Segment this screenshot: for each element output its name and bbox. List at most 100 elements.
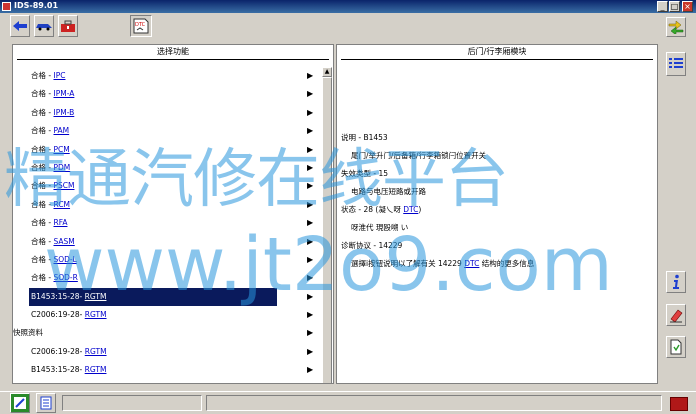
function-row-label: 合格 - IPM-A [31, 85, 74, 103]
function-row[interactable]: 合格 - RFA ▶ [13, 214, 317, 232]
function-row-status: 合格 - [31, 218, 54, 228]
function-row[interactable]: C2006:19-28- RGTM ▶ [13, 306, 317, 324]
swap-panels-button[interactable] [666, 17, 686, 37]
function-list-scrollbar[interactable]: ▲ ▼ [322, 67, 332, 383]
module-link[interactable]: PSCM [53, 181, 74, 190]
vehicle-button[interactable] [34, 15, 54, 37]
module-link[interactable]: PCM [53, 145, 69, 154]
expand-arrow-icon[interactable]: ▶ [307, 141, 313, 159]
expand-arrow-icon[interactable]: ▶ [307, 104, 313, 122]
function-row-label: 合格 - IPC [31, 67, 65, 85]
list-icon [669, 58, 683, 68]
home-button[interactable] [10, 393, 30, 413]
module-info-header: 后门/行李厢模块 [341, 45, 653, 60]
module-link[interactable]: RGTM [85, 347, 107, 356]
function-row-label: B1453:15-28- RGTM [31, 361, 106, 379]
module-link[interactable]: RGTM [85, 365, 107, 374]
expand-arrow-icon[interactable]: ▶ [307, 67, 313, 85]
list-view-button[interactable] [666, 52, 686, 76]
toolbox-button[interactable] [58, 15, 78, 37]
module-link[interactable]: IPC [53, 71, 65, 80]
module-link[interactable]: SOD-L [53, 255, 76, 264]
expand-arrow-icon[interactable]: ▶ [307, 233, 313, 251]
function-row-label: 合格 - SOD-R [31, 269, 78, 287]
close-button[interactable]: × [682, 1, 693, 12]
title-bar: IDS-89.01 _ □ × [0, 0, 696, 13]
function-row-label: 合格 - SOD-L [31, 251, 77, 269]
expand-arrow-icon[interactable]: ▶ [307, 361, 313, 379]
report-button[interactable] [666, 336, 686, 358]
function-row[interactable]: C2006:19-28- RGTM ▶ [13, 343, 317, 361]
expand-arrow-icon[interactable]: ▶ [307, 269, 313, 287]
function-row[interactable]: 合格 - PAM ▶ [13, 122, 317, 140]
maximize-button[interactable]: □ [669, 1, 680, 12]
notes-button[interactable] [36, 393, 56, 413]
scroll-thumb[interactable] [322, 77, 332, 383]
app-icon [2, 2, 11, 11]
dtc-link[interactable]: DTC [403, 205, 418, 214]
function-row-status: B1453:15-28- [31, 365, 85, 375]
module-link[interactable]: RCM [53, 200, 70, 209]
expand-arrow-icon[interactable]: ▶ [307, 85, 313, 103]
function-row[interactable]: 合格 - SASM ▶ [13, 233, 317, 251]
function-row[interactable]: 合格 - IPM-A ▶ [13, 85, 317, 103]
function-row[interactable]: 合格 - PDM ▶ [13, 159, 317, 177]
info-button[interactable] [666, 271, 686, 293]
dtc-link[interactable]: DTC [464, 259, 479, 268]
function-row[interactable]: 合格 - IPM-B ▶ [13, 104, 317, 122]
toolbox-icon [61, 20, 75, 32]
module-link[interactable]: RFA [53, 218, 67, 227]
info-icon [673, 274, 679, 289]
function-row-status: 合格 - [31, 181, 54, 191]
module-link[interactable]: SOD-R [53, 273, 77, 282]
function-row[interactable]: 合格 - SOD-L ▶ [13, 251, 317, 269]
expand-arrow-icon[interactable]: ▶ [307, 177, 313, 195]
module-link[interactable]: PDM [53, 163, 70, 172]
connection-indicator-icon [670, 397, 688, 411]
module-link[interactable]: RGTM [85, 292, 107, 301]
info-line: 状态 - 28 (凝乀呀 DTC) [341, 201, 534, 219]
expand-arrow-icon[interactable]: ▶ [307, 288, 313, 306]
function-row[interactable]: 合格 - PCM ▶ [13, 141, 317, 159]
info-line-text: 尾门/举升门/后备箱/行李箱锁闩位置开关 [351, 151, 487, 160]
window-title: IDS-89.01 [14, 1, 59, 10]
back-button[interactable] [10, 15, 30, 37]
function-row-status: 合格 - [31, 273, 54, 283]
clear-codes-button[interactable] [666, 304, 686, 326]
module-link[interactable]: RGTM [85, 310, 107, 319]
function-row-status: 合格 - [31, 126, 54, 136]
function-row[interactable]: 合格 - RCM ▶ [13, 196, 317, 214]
expand-arrow-icon[interactable]: ▶ [307, 324, 313, 342]
expand-arrow-icon[interactable]: ▶ [307, 214, 313, 232]
function-row[interactable]: 合格 - PSCM ▶ [13, 177, 317, 195]
expand-arrow-icon[interactable]: ▶ [307, 196, 313, 214]
function-row[interactable]: B1453:15-28- RGTM ▶ [13, 287, 317, 307]
status-field-2 [206, 395, 662, 411]
expand-arrow-icon[interactable]: ▶ [307, 159, 313, 177]
expand-arrow-icon[interactable]: ▶ [307, 343, 313, 361]
function-row-status: 合格 - [31, 144, 54, 154]
dtc-tab-button[interactable]: DTC [130, 15, 152, 37]
module-link[interactable]: PAM [53, 126, 69, 135]
function-row-label: 合格 - RCM [31, 196, 70, 214]
function-row[interactable]: 合格 - IPC ▶ [13, 67, 317, 85]
expand-arrow-icon[interactable]: ▶ [307, 306, 313, 324]
function-row-label: 合格 - IPM-B [31, 104, 74, 122]
function-row-label: 快照资料 [13, 324, 43, 342]
info-line: 選擇i按钮说明以了解有关 14229 DTC 结构的更多信息 [341, 255, 534, 273]
function-row-status: 合格 - [31, 199, 54, 209]
function-row-label: C2006:19-28- RGTM [31, 343, 107, 361]
info-line: 诊断协议 - 14229 [341, 237, 534, 255]
function-row[interactable]: B1453:15-28- RGTM ▶ [13, 361, 317, 379]
dtc-description: 说明 - B1453 尾门/举升门/后备箱/行李箱锁闩位置开关 失效类型 - 15 电… [341, 129, 534, 273]
minimize-button[interactable]: _ [657, 1, 668, 12]
expand-arrow-icon[interactable]: ▶ [307, 122, 313, 140]
function-row[interactable]: 快照资料 ▶ [13, 324, 317, 342]
module-link[interactable]: IPM-B [53, 108, 74, 117]
expand-arrow-icon[interactable]: ▶ [307, 251, 313, 269]
module-link[interactable]: SASM [53, 237, 74, 246]
function-row[interactable]: 合格 - SOD-R ▶ [13, 269, 317, 287]
scroll-up-button[interactable]: ▲ [322, 67, 332, 77]
function-row-label: 合格 - RFA [31, 214, 67, 232]
module-link[interactable]: IPM-A [53, 89, 74, 98]
